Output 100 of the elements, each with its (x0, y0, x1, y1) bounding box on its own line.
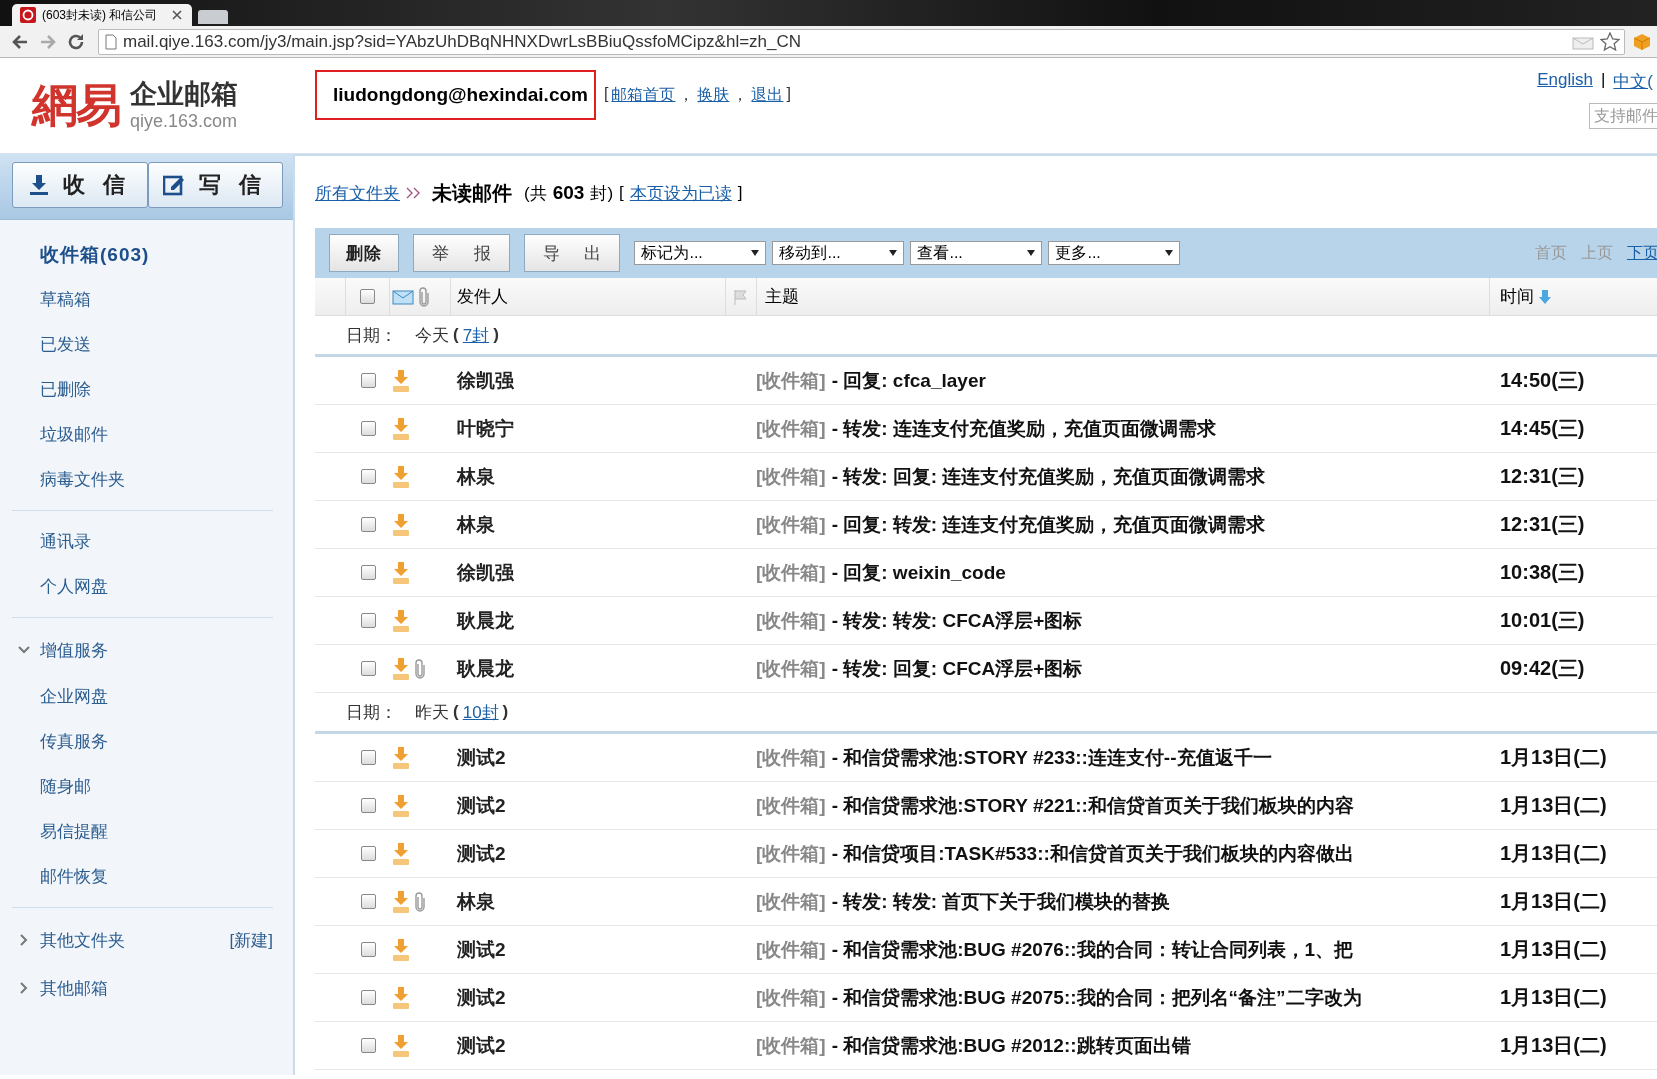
dropdown-arrow-icon (889, 250, 898, 256)
product-name: 企业邮箱 (130, 81, 238, 108)
star-icon[interactable] (1600, 31, 1620, 52)
checkbox[interactable] (360, 373, 376, 388)
checkbox[interactable] (360, 894, 376, 909)
language-link[interactable]: 中文( (1613, 70, 1653, 93)
subject-text: - 和信贷需求池:BUG #2075::我的合同：把列名“备注”二字改为 (831, 985, 1362, 1010)
folder-item[interactable]: 已删除 (12, 367, 273, 412)
mail-row[interactable]: 林泉 [收件箱] - 回复: 转发: 连连支付充值奖励，充值页面微调需求 12:31(三) (315, 501, 1657, 549)
folder-tag: [收件箱] (756, 655, 826, 682)
mail-row[interactable]: 耿晨龙 [收件箱] - 转发: 转发: CFCA浮层+图标 10:01(三) (315, 597, 1657, 645)
column-header[interactable]: 主题 (765, 285, 799, 308)
cube-icon[interactable] (1633, 32, 1651, 51)
folder-item[interactable]: 通讯录 (12, 519, 273, 564)
browser-tab[interactable]: (603封未读) 和信公司 (12, 4, 192, 26)
section-header[interactable]: 增值服务 (40, 638, 108, 662)
count-link[interactable]: 10封 (462, 700, 499, 724)
mail-app-icon (20, 7, 36, 23)
checkbox[interactable] (360, 289, 375, 304)
section-header[interactable]: 其他邮箱 (40, 976, 108, 1000)
dropdown[interactable]: 标记为... (634, 241, 767, 265)
checkbox[interactable] (360, 469, 376, 484)
checkbox[interactable] (360, 421, 376, 436)
language-link[interactable]: English (1537, 70, 1593, 93)
chevron-down-icon[interactable] (18, 644, 30, 656)
folder-item[interactable]: 垃圾邮件 (12, 412, 273, 457)
tab-title: (603封未读) 和信公司 (42, 6, 158, 24)
delete-button[interactable]: 删除 (329, 234, 399, 272)
folder-item[interactable]: 邮件恢复 (12, 854, 273, 899)
header-link[interactable]: 退出 (751, 85, 784, 105)
checkbox[interactable] (360, 942, 376, 957)
pop-mail-icon (392, 793, 410, 818)
folder-item[interactable]: 收件箱(603) (12, 232, 273, 277)
dropdown[interactable]: 查看... (910, 241, 1043, 265)
mail-row[interactable]: 林泉 [收件箱] - 转发: 回复: 连连支付充值奖励，充值页面微调需求 12:31(三) (315, 453, 1657, 501)
count-number: 603 (552, 182, 585, 204)
pop-mail-icon (392, 560, 410, 585)
checkbox[interactable] (360, 565, 376, 580)
folder-item[interactable]: 随身邮 (12, 764, 273, 809)
checkbox[interactable] (360, 750, 376, 765)
folder-item[interactable]: 病毒文件夹 (12, 457, 273, 502)
time-text: 14:50(三) (1499, 368, 1585, 393)
sort-down-icon[interactable] (1538, 288, 1552, 305)
receive-button[interactable]: 收 信 (12, 162, 148, 208)
time-text: 12:31(三) (1499, 464, 1585, 489)
checkbox[interactable] (360, 798, 376, 813)
dropdown-arrow-icon (1165, 250, 1174, 256)
mail-row[interactable]: 耿晨龙 [收件箱] - 转发: 回复: CFCA浮层+图标 09:42(三) (315, 645, 1657, 693)
toolbar-button[interactable]: 举 报 (413, 234, 510, 272)
checkbox[interactable] (360, 846, 376, 861)
checkbox[interactable] (360, 517, 376, 532)
bracket-text: [ (619, 183, 624, 203)
time-text: 1月13日(二) (1499, 889, 1607, 914)
subject-text: - 和信贷需求池:STORY #233::连连支付--充值返千一 (831, 745, 1272, 770)
chevron-right-icon[interactable] (18, 934, 30, 946)
mark-read-link[interactable]: 本页设为已读 (629, 181, 732, 205)
toolbar-button[interactable]: 导 出 (523, 234, 621, 272)
mail-row[interactable]: 测试2 [收件箱] - 和信贷需求池:BUG #2075::我的合同：把列名“备注”二字改为 1月13日(二) (315, 974, 1657, 1022)
folder-item[interactable]: 草稿箱 (12, 277, 273, 322)
header-link[interactable]: 邮箱首页 (611, 85, 676, 105)
search-field[interactable]: 支持邮件 (1589, 103, 1657, 129)
folder-item[interactable]: 传真服务 (12, 719, 273, 764)
pop-mail-icon (392, 416, 410, 441)
column-header[interactable]: 发件人 (457, 285, 508, 308)
section-header[interactable]: 其他文件夹 (40, 928, 125, 952)
dropdown[interactable]: 更多... (1048, 241, 1181, 265)
checkbox[interactable] (360, 990, 376, 1005)
folder-item[interactable]: 企业网盘 (12, 674, 273, 719)
folder-tag: [收件箱] (756, 511, 826, 538)
close-icon[interactable] (172, 10, 182, 20)
new-folder-link[interactable]: [新建] (229, 928, 273, 952)
dropdown[interactable]: 移动到... (772, 241, 905, 265)
mail-row[interactable]: 测试2 [收件箱] - 和信贷需求池:STORY #233::连连支付--充值返千一 1月13日(二) (315, 734, 1657, 782)
checkbox[interactable] (360, 613, 376, 628)
checkbox[interactable] (360, 661, 376, 676)
mail-row[interactable]: 徐凯强 [收件箱] - 回复: cfca_layer 14:50(三) (315, 357, 1657, 405)
checkbox[interactable] (360, 1038, 376, 1053)
mail-row[interactable]: 测试2 [收件箱] - 和信贷需求池:BUG #2012::跳转页面出错 1月13日(二) (315, 1022, 1657, 1070)
chevron-right-icon[interactable] (18, 982, 30, 994)
subject-text: - 和信贷需求池:STORY #221::和信贷首页关于我们板块的内容 (831, 793, 1354, 818)
mail-row[interactable]: 测试2 [收件箱] - 和信贷项目:TASK#533::和信贷首页关于我们板块的内容做出 1月13日(二) (315, 830, 1657, 878)
mail-row[interactable]: 徐凯强 [收件箱] - 回复: weixin_code 10:38(三) (315, 549, 1657, 597)
sender-text: 测试2 (456, 793, 506, 818)
mail-row[interactable]: 叶晓宁 [收件箱] - 转发: 连连支付充值奖励，充值页面微调需求 14:45(三) (315, 405, 1657, 453)
column-header[interactable]: 时间 (1500, 285, 1534, 308)
folder-item[interactable]: 已发送 (12, 322, 273, 367)
compose-button[interactable]: 写 信 (147, 162, 283, 208)
subject-text: - 回复: cfca_layer (831, 368, 986, 393)
mail-row[interactable]: 林泉 [收件箱] - 转发: 转发: 首页下关于我们模块的替换 1月13日(二) (315, 878, 1657, 926)
edit-icon (163, 174, 186, 196)
mail-row[interactable]: 测试2 [收件箱] - 和信贷需求池:STORY #221::和信贷首页关于我们板块的内容 1月13日(二) (315, 782, 1657, 830)
sender-text: 测试2 (456, 1033, 506, 1058)
mail-row[interactable]: 测试2 [收件箱] - 和信贷需求池:BUG #2076::我的合同：转让合同列表，1、把 1月13日(二) (315, 926, 1657, 974)
folder-item[interactable]: 个人网盘 (12, 564, 273, 609)
breadcrumb-link[interactable]: 所有文件夹 (315, 181, 400, 205)
folder-item[interactable]: 易信提醒 (12, 809, 273, 854)
header-link[interactable]: 换肤 (697, 85, 730, 105)
bracket-text: ] (737, 183, 743, 203)
count-link[interactable]: 7封 (462, 323, 490, 347)
address-bar[interactable]: mail.qiye.163.com/jy3/main.jsp?sid=YAbzUhDBqNHNXDwrLsBBiuQssfoMCipz&hl=zh_CN (98, 28, 1625, 55)
